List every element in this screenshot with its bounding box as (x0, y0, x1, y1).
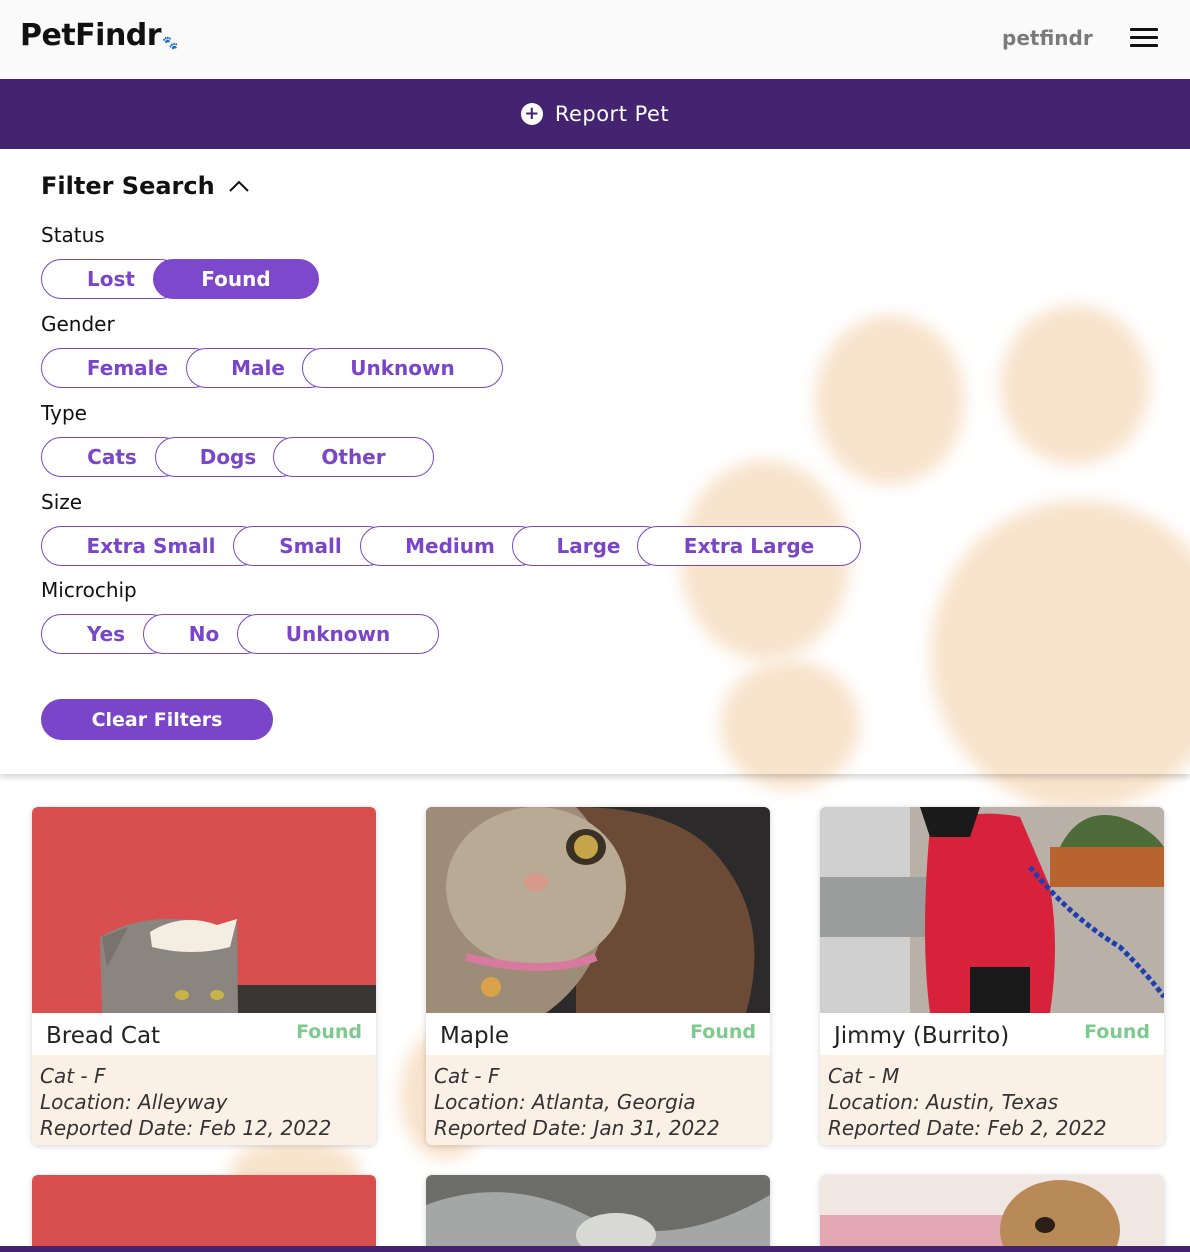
pet-name: Jimmy (Burrito) (834, 1023, 1010, 1049)
pet-photo (820, 807, 1164, 1013)
type-label: Type (41, 401, 87, 425)
pet-location: Location: Atlanta, Georgia (434, 1090, 696, 1114)
pet-type-gender: Cat - M (828, 1064, 900, 1088)
plus-circle-icon: + (520, 103, 543, 125)
pet-status-badge: Found (690, 1021, 756, 1043)
chevron-up-icon[interactable] (228, 176, 250, 198)
pet-reported-date: Reported Date: Jan 31, 2022 (434, 1116, 720, 1140)
status-label: Status (41, 223, 105, 247)
microchip-unknown-button[interactable]: Unknown (237, 614, 439, 654)
size-toggle-group: Extra Small Small Medium Large Extra Lar… (41, 526, 861, 566)
pet-card[interactable]: Maple Found Cat - F Location: Atlanta, G… (426, 807, 770, 1145)
pet-location: Location: Austin, Texas (828, 1090, 1059, 1114)
pet-type-gender: Cat - F (40, 1064, 106, 1088)
username-label[interactable]: petfindr (1002, 26, 1093, 50)
pet-details: Cat - M Location: Austin, Texas Reported… (820, 1055, 1164, 1145)
pet-location: Location: Alleyway (40, 1090, 228, 1114)
pet-type-gender: Cat - F (434, 1064, 500, 1088)
pet-status-badge: Found (296, 1021, 362, 1043)
pet-reported-date: Reported Date: Feb 12, 2022 (40, 1116, 332, 1140)
status-found-button[interactable]: Found (153, 259, 319, 299)
hamburger-menu-icon[interactable] (1128, 26, 1160, 52)
status-toggle-group: Lost Found (41, 259, 319, 299)
type-other-button[interactable]: Other (273, 437, 434, 477)
top-header: PetFindr🐾 petfindr (0, 0, 1190, 79)
type-toggle-group: Cats Dogs Other (41, 437, 434, 477)
size-extra-small-button[interactable]: Extra Small (41, 526, 261, 566)
pet-photo (32, 1175, 376, 1252)
gender-unknown-button[interactable]: Unknown (302, 348, 503, 388)
gender-toggle-group: Female Male Unknown (41, 348, 503, 388)
microchip-toggle-group: Yes No Unknown (41, 614, 439, 654)
gender-label: Gender (41, 312, 115, 336)
bottom-nav-bar (0, 1246, 1190, 1252)
pet-details: Cat - F Location: Alleyway Reported Date… (32, 1055, 376, 1145)
pet-status-badge: Found (1084, 1021, 1150, 1043)
size-extra-large-button[interactable]: Extra Large (637, 526, 861, 566)
pet-reported-date: Reported Date: Feb 2, 2022 (828, 1116, 1107, 1140)
pet-photo (426, 807, 770, 1013)
pet-card[interactable]: Jimmy (Burrito) Found Cat - M Location: … (820, 807, 1164, 1145)
pet-card[interactable] (820, 1175, 1164, 1252)
app-logo[interactable]: PetFindr🐾 (20, 18, 178, 53)
report-pet-label: Report Pet (554, 102, 670, 126)
pet-card[interactable] (426, 1175, 770, 1252)
pet-details: Cat - F Location: Atlanta, Georgia Repor… (426, 1055, 770, 1145)
filter-search-title: Filter Search (41, 172, 215, 200)
pet-name: Bread Cat (46, 1023, 161, 1049)
microchip-label: Microchip (41, 578, 137, 602)
pet-photo (426, 1175, 770, 1252)
paw-icon: 🐾 (162, 36, 178, 51)
pet-card[interactable]: Bread Cat Found Cat - F Location: Alleyw… (32, 807, 376, 1145)
pet-photo (32, 807, 376, 1013)
clear-filters-button[interactable]: Clear Filters (41, 699, 273, 740)
pet-card[interactable] (32, 1175, 376, 1252)
report-pet-button[interactable]: + Report Pet (0, 79, 1190, 149)
pet-name: Maple (440, 1023, 510, 1049)
size-label: Size (41, 490, 83, 514)
pet-photo (820, 1175, 1164, 1252)
